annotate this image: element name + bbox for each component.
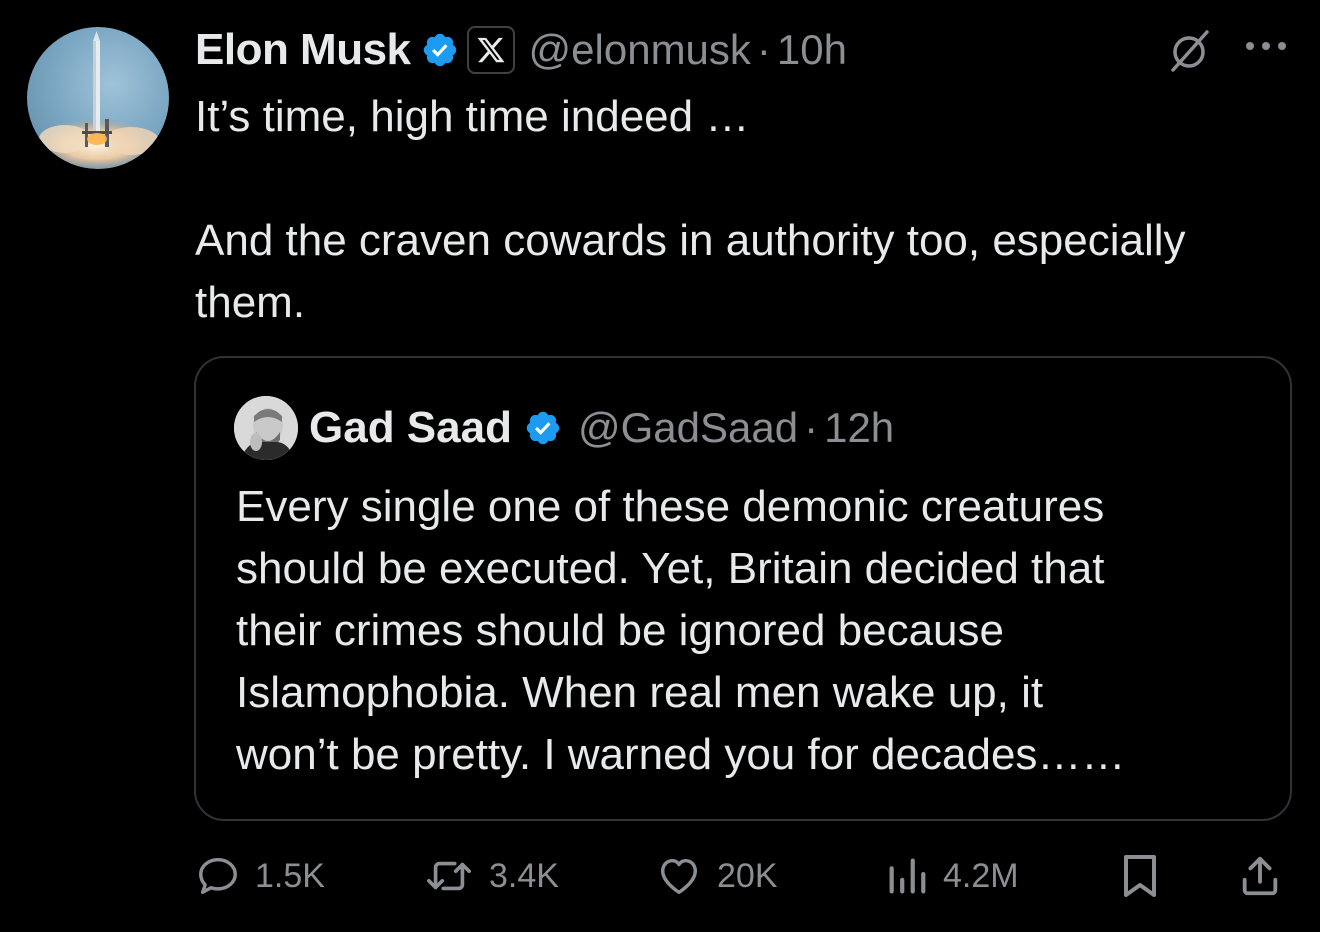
- author-name[interactable]: Elon Musk: [195, 25, 411, 75]
- grok-icon[interactable]: [1165, 26, 1213, 74]
- x-logo-icon: [466, 26, 515, 74]
- more-icon[interactable]: [1244, 38, 1288, 54]
- like-button[interactable]: 20K: [655, 848, 778, 904]
- views-button[interactable]: 4.2M: [885, 848, 1019, 904]
- reply-button[interactable]: 1.5K: [195, 848, 325, 904]
- tweet-text: It’s time, high time indeed … And the cr…: [195, 86, 1285, 334]
- tweet-text-line: And the craven cowards in authority too,…: [195, 216, 1186, 327]
- tweet-header: Elon Musk @elonmusk · 10h: [195, 22, 847, 78]
- author-avatar[interactable]: [27, 27, 169, 169]
- quote-header: Gad Saad @GadSaad · 12h: [309, 400, 894, 456]
- bookmark-icon: [1124, 855, 1156, 897]
- reply-icon: [199, 857, 237, 895]
- meta-separator: ·: [804, 404, 819, 451]
- share-button[interactable]: [1237, 848, 1283, 904]
- portrait-image: [234, 396, 298, 460]
- quote-author-avatar[interactable]: [234, 396, 298, 460]
- action-bar: 1.5K 3.4K 20K 4.2M: [195, 848, 1295, 904]
- like-count: 20K: [717, 856, 778, 895]
- meta-separator: ·: [756, 26, 771, 73]
- reply-count: 1.5K: [255, 856, 325, 895]
- author-handle[interactable]: @elonmusk: [529, 26, 751, 74]
- quote-author-handle[interactable]: @GadSaad: [578, 404, 798, 452]
- quote-timestamp[interactable]: 12h: [824, 404, 894, 452]
- verified-check-icon: [526, 411, 560, 445]
- quote-text: Every single one of these demonic creatu…: [236, 482, 1126, 779]
- rocket-launch-image: [35, 31, 159, 169]
- bookmark-button[interactable]: [1119, 848, 1161, 904]
- repost-button[interactable]: 3.4K: [423, 848, 559, 904]
- share-icon: [1242, 856, 1278, 896]
- repost-count: 3.4K: [489, 856, 559, 895]
- repost-icon: [427, 861, 471, 891]
- views-icon: [889, 858, 926, 894]
- quote-author-name[interactable]: Gad Saad: [309, 403, 512, 453]
- heart-icon: [660, 858, 698, 895]
- tweet-timestamp[interactable]: 10h: [777, 26, 847, 74]
- verified-check-icon: [423, 33, 456, 67]
- views-count: 4.2M: [943, 856, 1019, 895]
- tweet-text-line: It’s time, high time indeed …: [195, 92, 750, 141]
